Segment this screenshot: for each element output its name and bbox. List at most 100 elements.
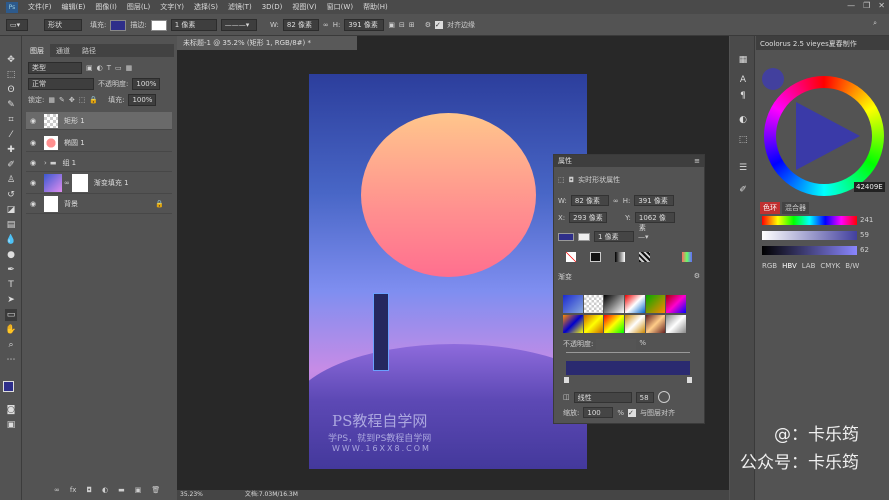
styles-panel-icon[interactable]: ⬚ xyxy=(737,134,749,146)
search-icon[interactable]: ⌕ xyxy=(873,19,877,28)
menu-image[interactable]: 图像(I) xyxy=(95,2,117,12)
zoom-level[interactable]: 35.23% xyxy=(180,491,203,498)
filter-image-icon[interactable]: ▣ xyxy=(86,64,93,72)
layer-filter-select[interactable]: 类型 xyxy=(28,62,82,74)
lock-pixels-icon[interactable]: ▦ xyxy=(48,96,55,104)
link-icon[interactable]: ∞ xyxy=(613,197,619,205)
healing-tool-icon[interactable]: ✚ xyxy=(5,144,17,156)
gradient-tool-icon[interactable]: ▤ xyxy=(5,219,17,231)
stroke-size-field[interactable]: 1 像素 xyxy=(170,19,217,31)
gradient-preset[interactable] xyxy=(583,314,604,333)
menu-window[interactable]: 窗口(W) xyxy=(327,2,353,12)
gradient-preset[interactable] xyxy=(583,295,604,313)
menu-edit[interactable]: 编辑(E) xyxy=(62,2,86,12)
brush-panel-icon[interactable]: ✐ xyxy=(737,184,749,196)
menu-select[interactable]: 选择(S) xyxy=(194,2,218,12)
document-tab[interactable]: 未标题-1 @ 35.2% (矩形 1, RGB/8#) * xyxy=(177,36,357,50)
layer-row[interactable]: ◉ 椭圆 1 xyxy=(26,134,172,152)
props-w-field[interactable]: 82 像素 xyxy=(570,195,609,206)
tab-mixer[interactable]: 混合器 xyxy=(782,202,809,214)
more-tools-icon[interactable]: ⋯ xyxy=(5,354,17,366)
current-color-swatch[interactable] xyxy=(762,68,784,90)
props-x-field[interactable]: 293 像素 xyxy=(569,212,608,223)
menu-help[interactable]: 帮助(H) xyxy=(363,2,388,12)
eyedropper-tool-icon[interactable]: ⁄ xyxy=(5,129,17,141)
stamp-tool-icon[interactable]: ♙ xyxy=(5,174,17,186)
solid-fill-icon[interactable] xyxy=(590,252,601,262)
new-group-icon[interactable]: ▬ xyxy=(118,486,125,494)
props-y-field[interactable]: 1062 像素 xyxy=(634,212,675,232)
lock-move-icon[interactable]: ✥ xyxy=(69,96,75,104)
mode-cmyk[interactable]: CMYK xyxy=(820,262,840,270)
props-stroke-size[interactable]: 1 像素 xyxy=(594,231,634,242)
h-field[interactable]: 391 像素 xyxy=(344,19,385,31)
mode-rgb[interactable]: RGB xyxy=(762,262,777,270)
layer-row[interactable]: ◉ › ▬ 组 1 xyxy=(26,154,172,172)
tool-preset[interactable]: ▭▾ xyxy=(6,18,28,32)
sun-circle[interactable] xyxy=(361,113,536,277)
gradient-angle-field[interactable]: 58 xyxy=(635,391,654,403)
link-icon[interactable]: ∞ xyxy=(323,21,329,29)
quick-mask-icon[interactable]: ◙ xyxy=(5,404,17,416)
gradient-preset[interactable] xyxy=(645,295,666,313)
color-triangle[interactable] xyxy=(796,102,860,170)
visibility-eye-icon[interactable]: ◉ xyxy=(30,139,40,147)
no-fill-icon[interactable] xyxy=(566,252,577,262)
delete-layer-icon[interactable]: 🗑 xyxy=(151,486,160,494)
brightness-slider[interactable] xyxy=(762,246,857,255)
align-edges-checkbox[interactable]: ✓ xyxy=(435,21,443,29)
props-stroke-swatch[interactable] xyxy=(578,232,590,241)
foreground-color-swatch[interactable] xyxy=(3,381,14,392)
paragraph-panel-icon[interactable]: ¶ xyxy=(737,90,749,102)
filter-type-icon[interactable]: T xyxy=(107,64,111,72)
pen-tool-icon[interactable]: ✒ xyxy=(5,264,17,276)
gradient-preset[interactable] xyxy=(604,295,624,313)
close-icon[interactable]: ✕ xyxy=(878,1,885,10)
blur-tool-icon[interactable]: 💧 xyxy=(5,234,17,246)
gradient-preset[interactable] xyxy=(624,295,645,313)
filter-adjust-icon[interactable]: ◐ xyxy=(97,64,103,72)
mode-select[interactable]: 形状 xyxy=(44,19,82,31)
mode-hbv[interactable]: HBV xyxy=(782,262,797,270)
visibility-eye-icon[interactable]: ◉ xyxy=(30,200,40,208)
opacity-field[interactable]: 100% xyxy=(132,78,161,90)
gradient-bar[interactable] xyxy=(566,361,690,375)
path-arrange-icon[interactable]: ⊞ xyxy=(409,21,415,29)
filter-shape-icon[interactable]: ▭ xyxy=(115,64,122,72)
layer-row[interactable]: ◉ 背景 🔒 xyxy=(26,194,172,214)
zoom-tool-icon[interactable]: ⌕ xyxy=(5,339,17,351)
lock-paint-icon[interactable]: ✎ xyxy=(59,96,65,104)
doc-info[interactable]: 文档:7.03M/16.3M xyxy=(245,491,298,498)
brush-tool-icon[interactable]: ✐ xyxy=(5,159,17,171)
gradient-preset[interactable] xyxy=(563,314,583,333)
w-field[interactable]: 82 像素 xyxy=(282,19,319,31)
visibility-eye-icon[interactable]: ◉ xyxy=(30,159,40,167)
gradient-style-select[interactable]: 线性 xyxy=(573,391,632,403)
mode-lab[interactable]: LAB xyxy=(802,262,816,270)
lasso-tool-icon[interactable]: ʘ xyxy=(5,84,17,96)
hex-value[interactable]: 42409E xyxy=(854,182,885,192)
stroke-line-icon[interactable]: —▾ xyxy=(638,233,649,241)
opacity-stop-track[interactable] xyxy=(566,352,690,356)
color-picker-icon[interactable] xyxy=(681,252,692,262)
new-layer-icon[interactable]: ▣ xyxy=(135,486,142,494)
path-align-icon[interactable]: ⊟ xyxy=(399,21,405,29)
selected-rectangle[interactable] xyxy=(373,293,389,371)
layer-row[interactable]: ◉ 矩形 1 xyxy=(26,112,172,130)
menu-filter[interactable]: 滤镜(T) xyxy=(228,2,252,12)
properties-panel-icon[interactable]: ☰ xyxy=(737,162,749,174)
saturation-slider[interactable] xyxy=(762,231,857,240)
menu-3d[interactable]: 3D(D) xyxy=(262,3,283,11)
tab-layers[interactable]: 图层 xyxy=(24,44,50,57)
tab-channels[interactable]: 通道 xyxy=(50,44,76,57)
gradient-opacity-field[interactable] xyxy=(596,339,637,350)
fill-swatch[interactable] xyxy=(110,19,127,31)
move-tool-icon[interactable]: ✥ xyxy=(5,54,17,66)
path-select-icon[interactable]: ➤ xyxy=(5,294,17,306)
color-stop-right[interactable] xyxy=(687,377,692,383)
align-layer-checkbox[interactable]: ✓ xyxy=(628,408,637,417)
gradient-preset[interactable] xyxy=(624,314,645,333)
color-wheel[interactable] xyxy=(764,76,884,196)
color-panel-icon[interactable]: ▦ xyxy=(737,54,749,66)
layer-row[interactable]: ◉ ∞ 渐变填充 1 xyxy=(26,172,172,194)
